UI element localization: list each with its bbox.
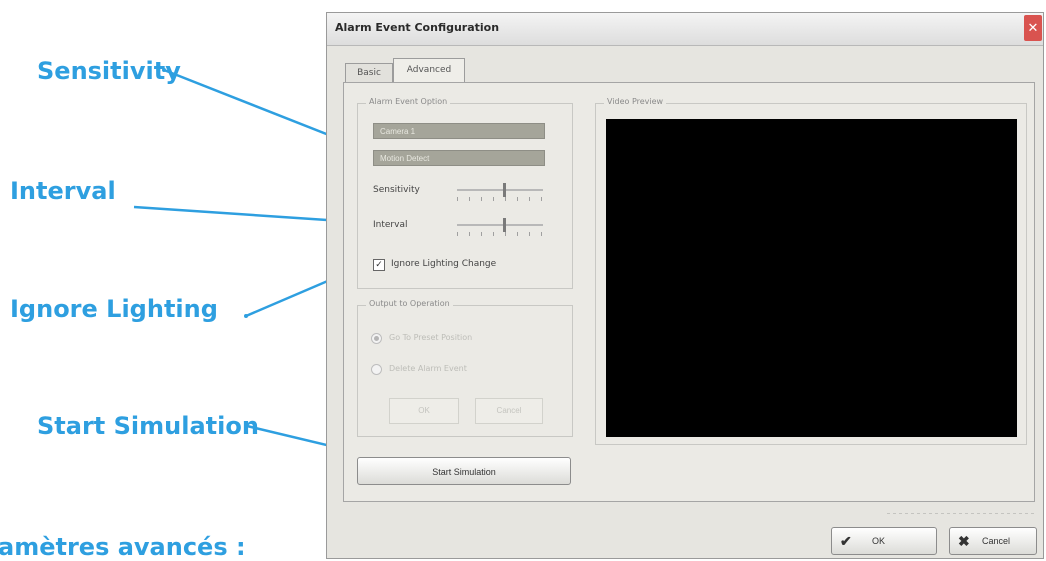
slider-ticks	[457, 232, 543, 236]
tab-advanced[interactable]: Advanced	[393, 58, 465, 84]
alarm-event-option-title: Alarm Event Option	[366, 97, 451, 106]
ignore-lighting-label: Ignore Lighting Change	[391, 259, 497, 269]
callout-sensitivity: Sensitivity	[37, 57, 181, 85]
slider-track	[457, 189, 543, 191]
start-simulation-button[interactable]: Start Simulation	[357, 457, 571, 485]
preset-position-label: Go To Preset Position	[389, 333, 473, 342]
output-ok-button[interactable]: OK	[389, 398, 459, 424]
callout-ignore-lighting: Ignore Lighting	[10, 295, 218, 323]
sensitivity-slider[interactable]	[457, 183, 543, 201]
dialog-title: Alarm Event Configuration	[335, 21, 500, 34]
ok-button[interactable]: ✔ OK	[831, 527, 937, 555]
callout-interval: Interval	[10, 177, 116, 205]
cancel-label: Cancel	[982, 536, 1011, 546]
output-operation-title: Output to Operation	[366, 299, 453, 308]
slider-thumb[interactable]	[502, 183, 506, 197]
close-icon[interactable]: ✕	[1024, 15, 1042, 41]
video-preview-title: Video Preview	[604, 97, 667, 106]
slider-ticks	[457, 197, 543, 201]
check-icon: ✔	[840, 533, 852, 549]
callout-start-simulation: Start Simulation	[37, 412, 259, 440]
title-bar[interactable]: Alarm Event Configuration ✕	[327, 13, 1043, 46]
ok-label: OK	[872, 536, 886, 546]
ignore-lighting-checkbox[interactable]: ✓	[373, 259, 385, 271]
output-cancel-button[interactable]: Cancel	[475, 398, 543, 424]
cancel-button[interactable]: ✖ Cancel	[949, 527, 1037, 555]
alarm-event-dialog: Alarm Event Configuration ✕ Basic Advanc…	[326, 12, 1044, 559]
slider-track	[457, 224, 543, 226]
delete-event-label: Delete Alarm Event	[389, 364, 467, 373]
tab-basic[interactable]: Basic	[345, 63, 393, 83]
divider	[887, 513, 1037, 514]
interval-slider[interactable]	[457, 218, 543, 236]
preset-position-radio[interactable]	[371, 333, 382, 344]
delete-event-radio[interactable]	[371, 364, 382, 375]
interval-label: Interval	[373, 220, 408, 230]
bottom-caption: amètres avancés :	[0, 533, 246, 561]
slider-thumb[interactable]	[502, 218, 506, 232]
x-icon: ✖	[958, 533, 970, 549]
sensitivity-label: Sensitivity	[373, 185, 420, 195]
video-preview	[606, 119, 1017, 437]
camera-select[interactable]: Camera 1	[373, 123, 545, 139]
mode-select[interactable]: Motion Detect	[373, 150, 545, 166]
